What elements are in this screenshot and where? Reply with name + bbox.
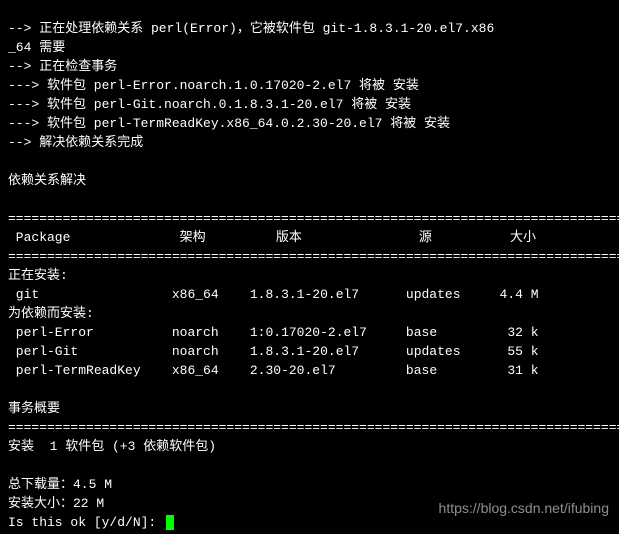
- log-line: --> 解决依赖关系完成: [8, 135, 143, 150]
- row-err-name: perl-Error: [8, 325, 94, 340]
- divider: ========================================…: [8, 211, 619, 226]
- col-pkg: Package: [8, 230, 70, 245]
- row-trk-ver: 2.30-20.el7: [250, 363, 336, 378]
- row-git-ver: 1.8.3.1-20.el7: [250, 287, 359, 302]
- col-arch: 架构: [180, 230, 206, 245]
- row-pgit-repo: updates: [406, 344, 461, 359]
- row-err-arch: noarch: [172, 325, 219, 340]
- row-trk-repo: base: [406, 363, 437, 378]
- row-trk-arch: x86_64: [172, 363, 219, 378]
- row-git-arch: x86_64: [172, 287, 219, 302]
- row-pgit-arch: noarch: [172, 344, 219, 359]
- confirm-prompt[interactable]: Is this ok [y/d/N]:: [8, 515, 164, 530]
- col-repo: 源: [419, 230, 432, 245]
- col-ver: 版本: [276, 230, 302, 245]
- log-line: ---> 软件包 perl-TermReadKey.x86_64.0.2.30-…: [8, 116, 450, 131]
- resolved-heading: 依赖关系解决: [8, 173, 86, 188]
- terminal-output: --> 正在处理依赖关系 perl(Error)，它被软件包 git-1.8.3…: [0, 0, 619, 534]
- section-deps: 为依赖而安装:: [8, 306, 94, 321]
- row-err-size: 32 k: [500, 325, 539, 340]
- row-git-name: git: [8, 287, 39, 302]
- divider: ========================================…: [8, 249, 619, 264]
- col-size: 大小: [510, 230, 536, 245]
- row-err-ver: 1:0.17020-2.el7: [250, 325, 367, 340]
- log-line: --> 正在处理依赖关系 perl(Error)，它被软件包 git-1.8.3…: [8, 21, 494, 36]
- row-git-repo: updates: [406, 287, 461, 302]
- section-installing: 正在安装:: [8, 268, 68, 283]
- row-pgit-ver: 1.8.3.1-20.el7: [250, 344, 359, 359]
- log-line: ---> 软件包 perl-Git.noarch.0.1.8.3.1-20.el…: [8, 97, 411, 112]
- row-trk-name: perl-TermReadKey: [8, 363, 141, 378]
- total-download: 总下载量：4.5 M: [8, 477, 112, 492]
- row-trk-size: 31 k: [500, 363, 539, 378]
- log-line: ---> 软件包 perl-Error.noarch.1.0.17020-2.e…: [8, 78, 419, 93]
- install-summary: 安装 1 软件包 (+3 依赖软件包): [8, 439, 216, 454]
- row-err-repo: base: [406, 325, 437, 340]
- cursor-block: [166, 515, 174, 530]
- row-pgit-size: 55 k: [500, 344, 539, 359]
- summary-heading: 事务概要: [8, 401, 60, 416]
- row-pgit-name: perl-Git: [8, 344, 78, 359]
- watermark: https://blog.csdn.net/ifubing: [439, 499, 609, 518]
- row-git-size: 4.4 M: [500, 287, 539, 302]
- divider: ========================================…: [8, 420, 619, 435]
- log-line: _64 需要: [8, 40, 65, 55]
- install-size: 安装大小：22 M: [8, 496, 104, 511]
- log-line: --> 正在检查事务: [8, 59, 117, 74]
